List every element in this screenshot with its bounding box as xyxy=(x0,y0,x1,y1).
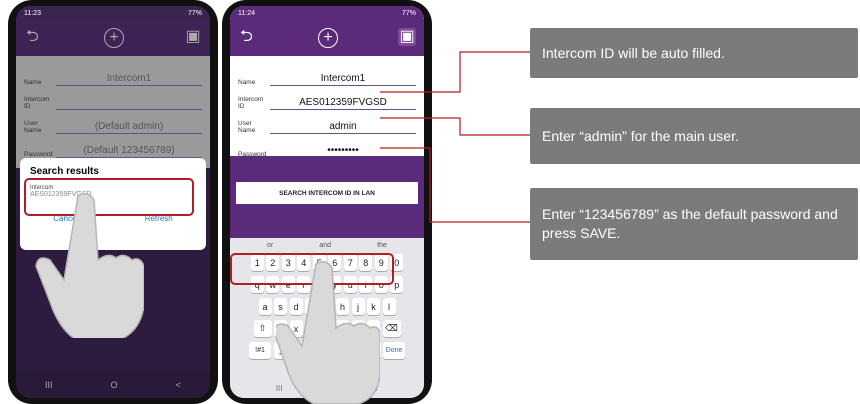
callout-auto-fill: Intercom ID will be auto filled. xyxy=(530,28,858,78)
callout-password-save: Enter “123456789” as the default passwor… xyxy=(530,188,858,260)
callout-admin-user: Enter “admin” for the main user. xyxy=(530,108,860,164)
